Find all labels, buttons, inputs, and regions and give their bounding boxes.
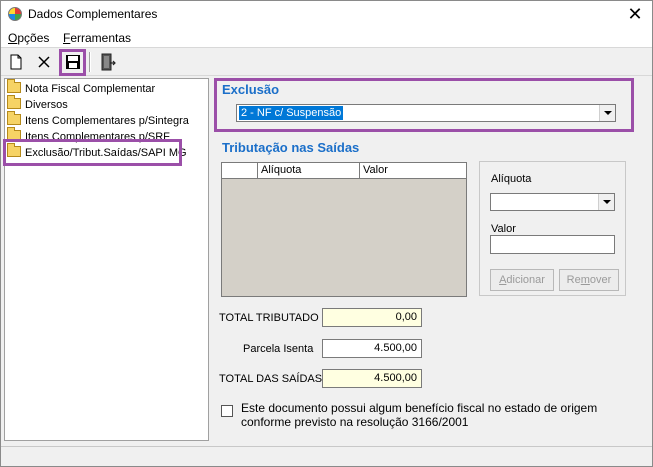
title-bar: Dados Complementares ✕ xyxy=(1,1,652,29)
valor-input[interactable] xyxy=(490,235,615,254)
delete-icon[interactable] xyxy=(33,51,55,73)
exclusao-select[interactable]: 2 - NF c/ Suspensão xyxy=(236,104,616,122)
total-tributado-value: 0,00 xyxy=(322,308,422,327)
total-saidas-value: 4.500,00 xyxy=(322,369,422,388)
toolbar xyxy=(1,47,652,76)
aliquota-entry-group: Alíquota Valor Adicionar Remover xyxy=(479,161,626,296)
aliquota-grid[interactable]: Alíquota Valor xyxy=(221,162,467,297)
tributacao-title: Tributação nas Saídas xyxy=(222,140,360,155)
app-icon xyxy=(8,7,22,21)
folder-icon xyxy=(7,79,21,93)
close-icon[interactable]: ✕ xyxy=(618,1,652,29)
dados-complementares-window: Dados Complementares ✕ Opções Ferramenta… xyxy=(0,0,653,467)
tree-item-highlight xyxy=(3,139,182,166)
save-button-highlight xyxy=(59,49,86,76)
menu-bar: Opções Ferramentas xyxy=(1,29,652,47)
category-tree: Nota Fiscal Complementar Diversos Itens … xyxy=(4,78,209,441)
folder-icon xyxy=(7,95,21,109)
menu-ferramentas[interactable]: Ferramentas xyxy=(63,31,131,45)
grid-indicator-column xyxy=(222,163,258,178)
chevron-down-icon[interactable] xyxy=(599,105,615,121)
tree-item-nota-fiscal-complementar[interactable]: Nota Fiscal Complementar xyxy=(7,79,155,97)
parcela-isenta-label: Parcela Isenta xyxy=(243,343,314,355)
beneficio-fiscal-label: Este documento possui algum benefício fi… xyxy=(241,401,598,429)
folder-icon xyxy=(7,111,21,125)
exit-door-icon[interactable] xyxy=(97,51,119,73)
new-document-icon[interactable] xyxy=(5,51,27,73)
total-saidas-label: TOTAL DAS SAÍDAS xyxy=(219,373,323,385)
status-bar xyxy=(1,446,652,466)
adicionar-button[interactable]: Adicionar xyxy=(490,269,554,291)
exclusao-title: Exclusão xyxy=(222,82,280,97)
valor-label: Valor xyxy=(491,223,516,235)
aliquota-select[interactable] xyxy=(490,193,615,211)
window-title: Dados Complementares xyxy=(28,7,158,21)
exclusao-selected-value: 2 - NF c/ Suspensão xyxy=(239,106,344,120)
beneficio-fiscal-checkbox[interactable] xyxy=(221,405,233,417)
toolbar-separator xyxy=(89,52,91,72)
remover-button[interactable]: Remover xyxy=(559,269,619,291)
tree-item-diversos[interactable]: Diversos xyxy=(7,95,68,113)
aliquota-label: Alíquota xyxy=(491,173,532,185)
grid-column-valor[interactable]: Valor xyxy=(360,163,466,178)
total-tributado-label: TOTAL TRIBUTADO xyxy=(219,312,319,324)
grid-column-aliquota[interactable]: Alíquota xyxy=(258,163,360,178)
menu-opcoes[interactable]: Opções xyxy=(8,31,49,45)
parcela-isenta-input[interactable]: 4.500,00 xyxy=(322,339,422,358)
chevron-down-icon[interactable] xyxy=(598,194,614,210)
grid-header: Alíquota Valor xyxy=(222,163,466,179)
tree-item-sintegra[interactable]: Itens Complementares p/Sintegra xyxy=(7,111,189,129)
